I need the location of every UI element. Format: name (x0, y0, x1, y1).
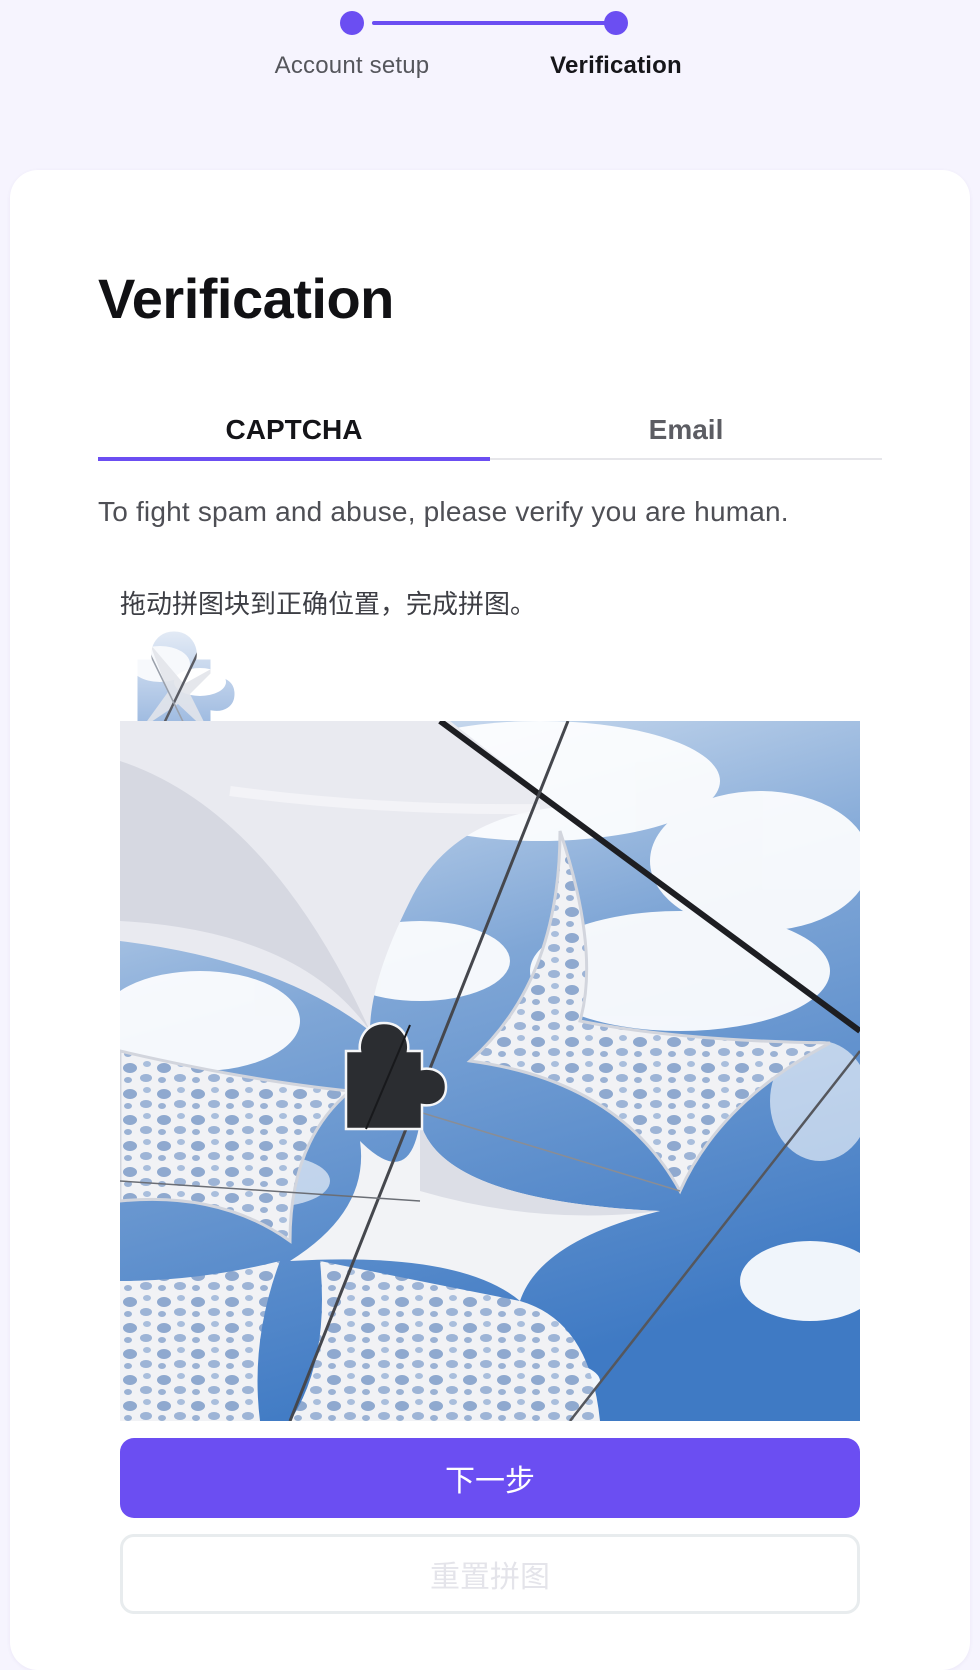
step-label-account-setup: Account setup (274, 52, 430, 79)
step-label-verification: Verification (550, 52, 682, 79)
puzzle-background-image (120, 721, 860, 1421)
progress-stepper: Account setup Verification (0, 0, 980, 120)
step-dot-account-setup-icon (340, 11, 364, 35)
step-connector (372, 21, 612, 25)
tab-email[interactable]: Email (490, 402, 882, 458)
captcha-instruction: 拖动拼图块到正确位置，完成拼图。 (120, 589, 537, 619)
step-dot-verification-icon (604, 11, 628, 35)
next-step-button[interactable]: 下一步 (120, 1438, 860, 1518)
tab-captcha[interactable]: CAPTCHA (98, 402, 490, 461)
verification-card: Verification CAPTCHA Email To fight spam… (10, 170, 970, 1670)
verification-tabs: CAPTCHA Email (98, 402, 882, 461)
reset-puzzle-button[interactable]: 重置拼图 (120, 1534, 860, 1614)
page-title: Verification (98, 267, 394, 330)
verification-subtitle: To fight spam and abuse, please verify y… (98, 496, 789, 527)
